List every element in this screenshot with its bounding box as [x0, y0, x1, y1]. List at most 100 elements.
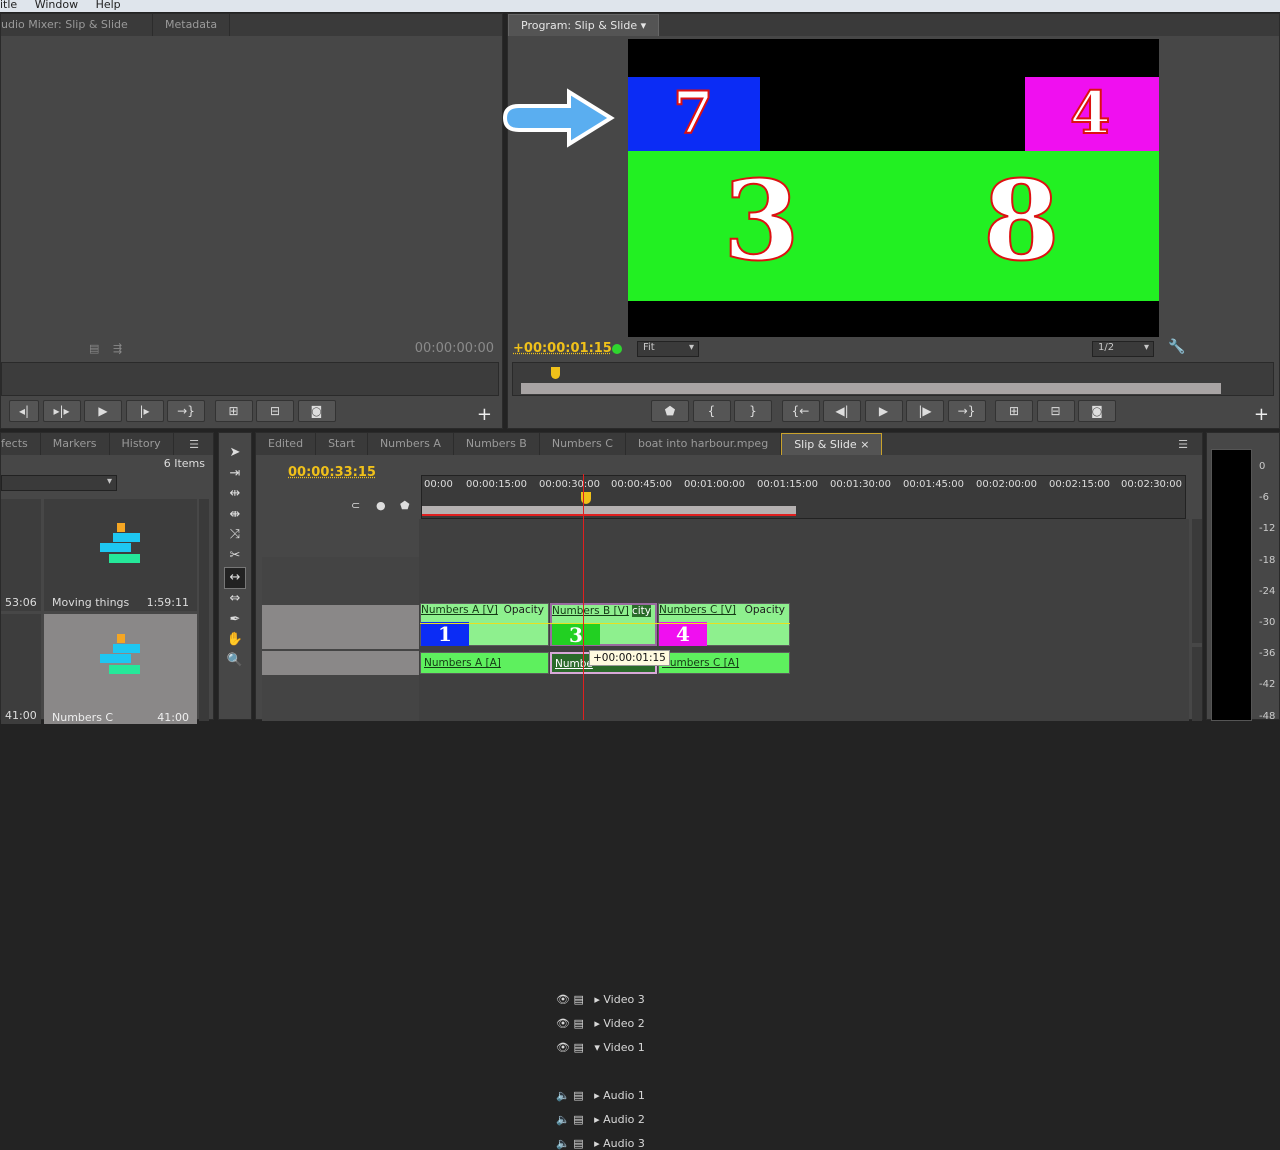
- mark-in-button[interactable]: {: [692, 400, 731, 422]
- clip-numbers-c-video[interactable]: Numbers C [V] Opacity 4: [658, 603, 790, 646]
- add-marker-button[interactable]: ⬟: [651, 400, 689, 422]
- tab-numbers-b[interactable]: Numbers B: [454, 433, 540, 455]
- pen-tool-icon[interactable]: ✒: [219, 610, 251, 631]
- clip-fx[interactable]: city: [631, 605, 651, 617]
- program-controls: ⬟ { } {← ◀| ▶ |▶ →} ⊞ ⊟ ◙: [651, 400, 1116, 422]
- tab-program[interactable]: Program: Slip & Slide ▾: [508, 14, 660, 36]
- tab-audio-mixer[interactable]: udio Mixer: Slip & Slide: [1, 14, 153, 36]
- step-forward-button[interactable]: |▶: [906, 400, 944, 422]
- tab-numbers-a[interactable]: Numbers A: [368, 433, 454, 455]
- playhead-line: [583, 474, 584, 720]
- track-audio-3[interactable]: 🔈 ▤ ▸ Audio 3: [556, 1137, 712, 1150]
- export-frame-button[interactable]: ◙: [297, 400, 336, 422]
- menu-title[interactable]: itle: [0, 0, 17, 11]
- ripple-edit-tool-icon[interactable]: ⇹: [219, 484, 251, 505]
- wrench-icon[interactable]: 🔧: [1168, 339, 1185, 355]
- clip-fx[interactable]: Opacity: [504, 604, 544, 616]
- slide-tool-icon[interactable]: ⇔: [219, 589, 251, 610]
- add-button-icon[interactable]: +: [477, 404, 492, 425]
- go-out-button[interactable]: →}: [167, 400, 205, 422]
- clip-numbers-b-video[interactable]: Numbers B [V] city 3: [550, 603, 657, 647]
- track-select-tool-icon[interactable]: ⇥: [219, 464, 251, 485]
- tab-start[interactable]: Start: [316, 433, 368, 455]
- menu-window[interactable]: Window: [35, 0, 78, 11]
- lift-button[interactable]: ⊞: [995, 400, 1033, 422]
- rate-stretch-tool-icon[interactable]: ⤨: [219, 525, 251, 546]
- work-area-bar[interactable]: [422, 506, 796, 516]
- playhead-icon[interactable]: [551, 367, 560, 379]
- clip-numbers-c-audio[interactable]: Numbers C [A]: [658, 652, 790, 674]
- overwrite-button[interactable]: ⊟: [256, 400, 294, 422]
- project-item[interactable]: 53:06: [1, 499, 41, 611]
- track-video-2[interactable]: 👁 ▤ ▸ Video 2: [556, 1017, 712, 1030]
- arrow-annotation-icon: [502, 88, 615, 148]
- snap-icon[interactable]: ⊂: [351, 499, 360, 512]
- slip-tool-icon[interactable]: ↔: [224, 566, 246, 590]
- safe-margins-icon[interactable]: ▤: [89, 342, 99, 355]
- play-button[interactable]: ▶: [864, 400, 903, 422]
- clip-numbers-a-audio[interactable]: Numbers A [A]: [420, 652, 549, 674]
- rolling-edit-tool-icon[interactable]: ⇼: [219, 505, 251, 526]
- play-button[interactable]: ▶: [84, 400, 122, 422]
- green-block: 3 8: [628, 151, 1159, 301]
- program-timecode[interactable]: +00:00:01:15: [513, 341, 612, 356]
- play-inout-button[interactable]: ▸|▸: [42, 400, 81, 422]
- step-forward-button[interactable]: |▸: [125, 400, 164, 422]
- insert-button[interactable]: ⊞: [214, 400, 253, 422]
- razor-tool-icon[interactable]: ✂: [219, 546, 251, 567]
- track-video-3[interactable]: 👁 ▤ ▸ Video 3: [556, 993, 712, 1006]
- close-icon[interactable]: ×: [860, 438, 869, 451]
- clip-label: Numbers B [V]: [552, 605, 629, 617]
- tab-menu-icon[interactable]: ▾: [641, 19, 647, 32]
- scrollbar[interactable]: [199, 499, 209, 721]
- zoom-select[interactable]: Fit ▾: [637, 341, 699, 357]
- selection-tool-icon[interactable]: ➤: [219, 443, 251, 464]
- resolution-select[interactable]: 1/2 ▾: [1092, 341, 1154, 357]
- extract-button[interactable]: ⊟: [1036, 400, 1075, 422]
- add-button-icon[interactable]: +: [1254, 404, 1269, 425]
- tab-slip-slide[interactable]: Slip & Slide ×: [781, 433, 883, 455]
- video-scrollbar[interactable]: [1192, 519, 1202, 643]
- marker-bulb-icon[interactable]: ●: [376, 499, 386, 512]
- track-audio-2[interactable]: 🔈 ▤ ▸ Audio 2: [556, 1113, 712, 1126]
- sequence-icon: [100, 523, 142, 563]
- project-item[interactable]: Moving things 1:59:11: [44, 499, 197, 611]
- filter-select[interactable]: ▾: [1, 475, 117, 491]
- step-back-button[interactable]: ◂|: [9, 400, 39, 422]
- program-scrubber[interactable]: [512, 362, 1274, 396]
- output-icon[interactable]: ⇶: [113, 342, 122, 355]
- go-to-in-button[interactable]: {←: [781, 400, 820, 422]
- hand-tool-icon[interactable]: ✋: [219, 630, 251, 651]
- time-ruler[interactable]: 00:00 00:00:15:00 00:00:30:00 00:00:45:0…: [421, 475, 1186, 519]
- audio-scrollbar[interactable]: [1192, 647, 1202, 721]
- project-item-selected[interactable]: Numbers C 41:00: [44, 614, 197, 724]
- source-scrubber[interactable]: [1, 362, 499, 396]
- step-back-button[interactable]: ◀|: [823, 400, 861, 422]
- track-video-1[interactable]: 👁 ▤ ▾ Video 1: [556, 1041, 712, 1054]
- project-item[interactable]: 41:00: [1, 614, 41, 724]
- add-marker-icon[interactable]: ⬟: [400, 499, 410, 512]
- tab-numbers-c[interactable]: Numbers C: [540, 433, 626, 455]
- clip-fx[interactable]: Opacity: [745, 604, 785, 616]
- timeline-timecode[interactable]: 00:00:33:15: [288, 465, 376, 480]
- tab-boat[interactable]: boat into harbour.mpeg: [626, 433, 782, 455]
- go-to-out-button[interactable]: →}: [947, 400, 986, 422]
- audio-meter-panel: 0 -6 -12 -18 -24 -30 -36 -42 -48: [1206, 432, 1280, 722]
- clip-label: Numbers A [A]: [424, 657, 501, 669]
- export-frame-button[interactable]: ◙: [1078, 400, 1116, 422]
- panel-menu-icon[interactable]: ☰: [189, 438, 199, 451]
- project-tabs: fects Markers History ☰: [1, 433, 213, 455]
- track-audio-1[interactable]: 🔈 ▤ ▸ Audio 1: [556, 1089, 712, 1102]
- clip-numbers-a-video[interactable]: Numbers A [V] Opacity 1: [420, 603, 549, 646]
- tab-edited[interactable]: Edited: [256, 433, 317, 455]
- tab-markers[interactable]: Markers: [41, 433, 110, 455]
- tab-effects[interactable]: fects: [1, 433, 41, 455]
- tab-history[interactable]: History: [110, 433, 174, 455]
- menu-help[interactable]: Help: [96, 0, 121, 11]
- ruler-label: 00:01:45:00: [903, 479, 965, 490]
- zoom-tool-icon[interactable]: 🔍: [219, 651, 251, 672]
- panel-menu-icon[interactable]: ☰: [1178, 438, 1188, 451]
- zoom-scrollbar[interactable]: [521, 383, 1221, 394]
- mark-out-button[interactable]: }: [734, 400, 772, 422]
- tab-metadata[interactable]: Metadata: [153, 14, 231, 36]
